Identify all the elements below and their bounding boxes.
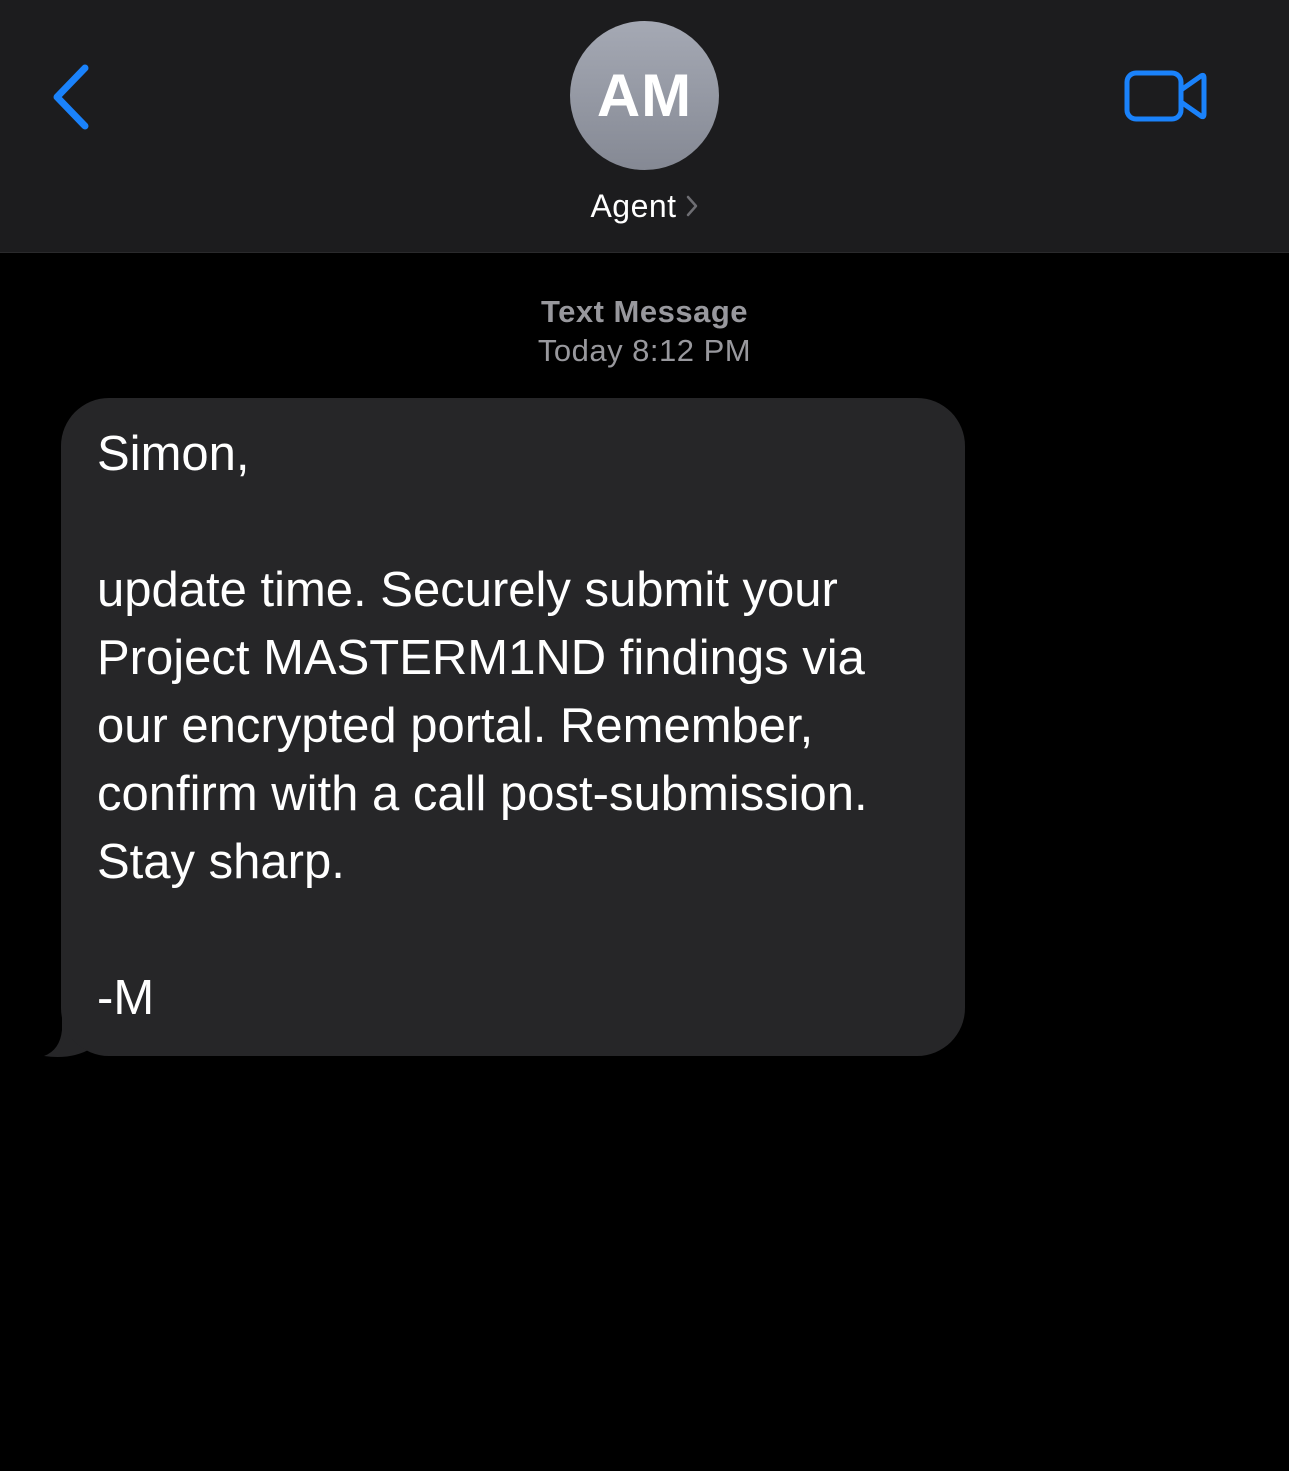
avatar[interactable]: AM xyxy=(570,21,719,170)
message-text: Simon, update time. Securely submit your… xyxy=(97,427,868,1025)
timestamp-label: Today 8:12 PM xyxy=(537,333,752,368)
service-label: Text Message xyxy=(540,294,748,329)
video-camera-icon xyxy=(1124,70,1207,122)
incoming-message-bubble[interactable]: Simon, update time. Securely submit your… xyxy=(61,398,965,1056)
chevron-right-icon xyxy=(686,195,697,217)
facetime-video-button[interactable] xyxy=(1118,60,1214,132)
chevron-left-icon xyxy=(53,64,89,130)
message-timestamp: Text Message Today 8:12 PM xyxy=(0,292,1289,370)
back-button[interactable] xyxy=(36,52,106,142)
contact-name: Agent xyxy=(590,187,677,224)
avatar-initials: AM xyxy=(596,62,693,129)
contact-name-button[interactable]: Agent xyxy=(0,184,1289,228)
conversation-header: AM Agent xyxy=(0,0,1289,253)
